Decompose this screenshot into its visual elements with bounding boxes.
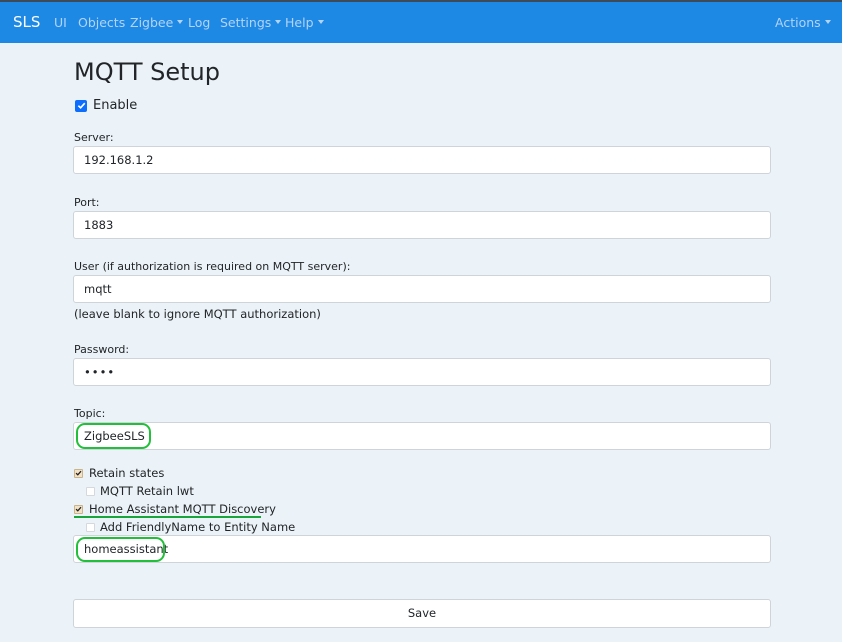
friendly-name-checkbox[interactable] [86,522,95,532]
check-icon [77,102,85,110]
enable-label: Enable [93,98,138,113]
retain-states-label: Retain states [89,466,165,480]
nav-label: Log [188,15,211,30]
nav-label: UI [54,15,67,30]
caret-down-icon [275,20,282,24]
ha-discovery-row[interactable]: Home Assistant MQTT Discovery [74,502,276,516]
retain-states-checkbox[interactable] [74,468,83,478]
port-input[interactable]: 1883 [73,211,771,239]
navbar: SLS UI Objects Zigbee Log Settings Help … [0,2,842,43]
save-button[interactable]: Save [73,599,771,628]
friendly-name-label: Add FriendlyName to Entity Name [100,520,296,534]
port-label: Port: [74,196,100,209]
discovery-prefix-input[interactable]: homeassistant [73,535,771,563]
enable-checkbox[interactable] [75,99,87,112]
page-title: MQTT Setup [74,58,220,86]
caret-down-icon [177,20,184,24]
nav-item-log[interactable]: Log [188,15,210,30]
retain-lwt-row[interactable]: MQTT Retain lwt [86,484,194,498]
nav-label: Zigbee [130,15,174,30]
nav-label: Actions [775,15,821,30]
password-input[interactable]: •••• [73,358,771,386]
nav-item-actions[interactable]: Actions [775,15,831,30]
retain-lwt-label: MQTT Retain lwt [100,484,194,498]
nav-item-settings[interactable]: Settings [220,15,282,30]
ha-discovery-label: Home Assistant MQTT Discovery [89,502,276,516]
nav-label: Settings [220,15,272,30]
check-icon [75,470,82,476]
caret-down-icon [317,20,324,24]
password-label: Password: [74,343,130,356]
ha-discovery-checkbox[interactable] [74,504,83,514]
caret-down-icon [824,20,831,24]
enable-checkbox-row[interactable]: Enable [75,98,137,113]
server-input[interactable]: 192.168.1.2 [73,146,771,174]
user-input[interactable]: mqtt [73,275,771,303]
nav-item-objects[interactable]: Objects [78,15,125,30]
check-icon [75,506,82,512]
user-help-text: (leave blank to ignore MQTT authorizatio… [74,307,321,321]
retain-states-row[interactable]: Retain states [74,466,164,480]
retain-lwt-checkbox[interactable] [86,486,95,496]
brand-link[interactable]: SLS [13,13,40,31]
nav-item-ui[interactable]: UI [54,15,67,30]
nav-item-zigbee[interactable]: Zigbee [130,15,184,30]
nav-item-help[interactable]: Help [285,15,324,30]
topic-label: Topic: [74,407,106,420]
friendly-name-row[interactable]: Add FriendlyName to Entity Name [86,520,295,534]
server-label: Server: [74,131,114,144]
user-label: User (if authorization is required on MQ… [74,260,351,273]
ha-discovery-underline-annotation [74,516,261,518]
nav-label: Objects [78,15,126,30]
topic-input[interactable]: ZigbeeSLS [73,422,771,450]
nav-label: Help [285,15,314,30]
